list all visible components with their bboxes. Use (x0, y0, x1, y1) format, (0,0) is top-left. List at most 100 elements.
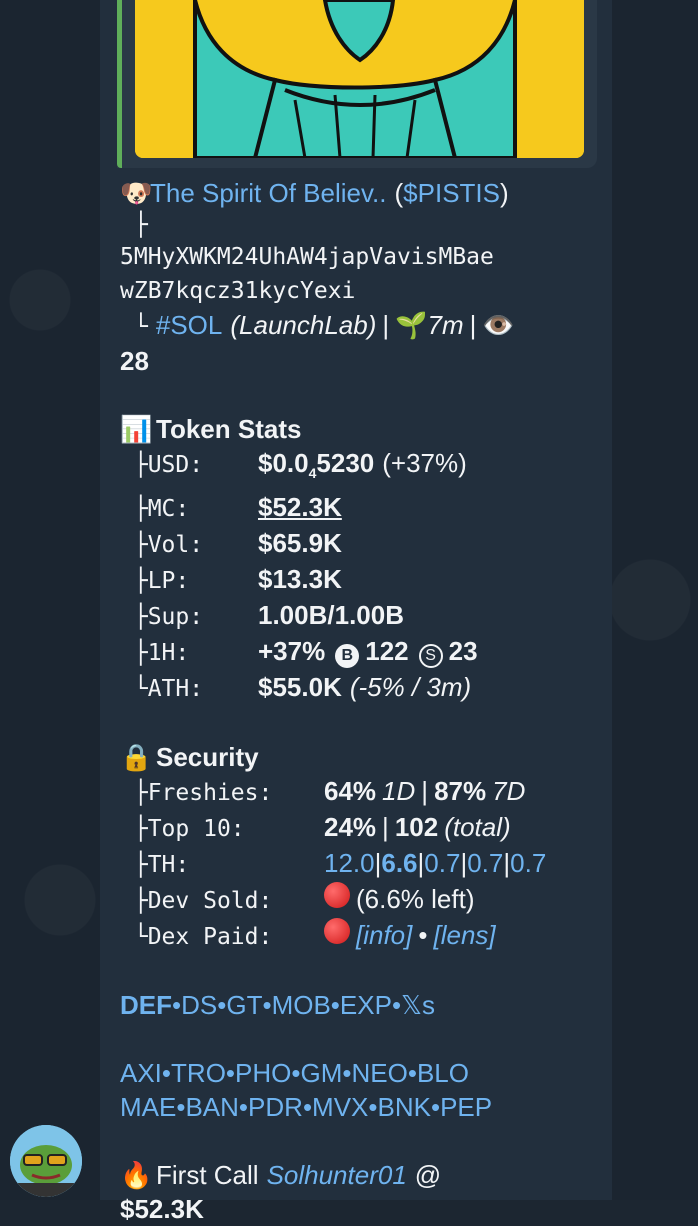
usd-change: (+37%) (382, 448, 467, 478)
links-row-2: AXI • TRO • PHO • GM • NEO • BLO (120, 1056, 469, 1090)
dex-lens-link[interactable]: [lens] (433, 918, 495, 952)
mc-value[interactable]: $52.3K (258, 490, 342, 524)
link-pho[interactable]: PHO (235, 1056, 291, 1090)
sec-row-dev-sold: ├Dev Sold: (6.6% left) (120, 882, 475, 915)
stats-list: ├USD: $0.045230 (+37%) ├MC: $52.3K ├Vol:… (120, 446, 590, 706)
fire-icon: 🔥 (120, 1160, 153, 1191)
link-ds[interactable]: DS (181, 988, 217, 1022)
sup-value: 1.00B/1.00B (258, 600, 404, 631)
ath-detail: (-5% / 3m) (349, 672, 472, 703)
security-list: ├Freshies: 64% 1D | 87% 7D ├Top 10: 24% … (120, 774, 590, 954)
token-title-line: 🐶 The Spirit Of Believ.. ($PISTIS) (120, 176, 590, 210)
sep: | (469, 310, 477, 340)
tree-mid: ├USD: (120, 452, 204, 478)
statue-illustration (135, 0, 584, 158)
sec-row-freshies: ├Freshies: 64% 1D | 87% 7D (120, 776, 526, 807)
stat-row-usd: ├USD: $0.045230 (+37%) (120, 446, 590, 490)
stat-row-ath: └ATH: $55.0K (-5% / 3m) (120, 672, 472, 703)
first-call-line: 🔥 First Call Solhunter01 @ (120, 1158, 590, 1192)
h1-buys: 122 (365, 636, 409, 667)
dex-info-link[interactable]: [info] (356, 918, 412, 952)
th-value-4[interactable]: 0.7 (467, 846, 503, 880)
first-call-label: First Call (156, 1160, 259, 1191)
token-name-link[interactable]: The Spirit Of Believ.. (150, 176, 387, 210)
top10-pct: 24% (324, 812, 377, 843)
chart-icon: 📊 (120, 414, 153, 444)
tree-end: └ (134, 314, 148, 340)
fresh-7d-unit: 7D (492, 776, 526, 807)
lp-value: $13.3K (258, 564, 342, 595)
sec-row-dex-paid: └Dex Paid: [info] • [lens] (120, 918, 496, 952)
security-header: 🔒 Security (120, 740, 590, 774)
th-value-5[interactable]: 0.7 (510, 846, 546, 880)
link-gt[interactable]: GT (226, 988, 262, 1022)
link-mae[interactable]: MAE (120, 1090, 176, 1124)
lock-icon: 🔒 (120, 742, 153, 773)
token-address[interactable]: 5MHyXWKM24UhAW4japVavisMBae wZB7kqcz31ky… (120, 240, 590, 308)
eye-icon: 👁️ (482, 310, 515, 340)
chain-hashtag[interactable]: #SOL (156, 308, 223, 342)
sec-row-top10: ├Top 10: 24% | 102 (total) (120, 812, 511, 843)
token-address-line2[interactable]: wZB7kqcz31kycYexi (120, 274, 590, 308)
h1-sells: 23 (448, 636, 478, 667)
dev-sold-value: (6.6% left) (356, 884, 475, 915)
th-value-2[interactable]: 6.6 (381, 846, 417, 880)
stat-row-lp: ├LP: $13.3K (120, 564, 342, 595)
red-circle-icon (324, 882, 350, 909)
link-exp[interactable]: EXP (340, 988, 392, 1022)
stat-row-1h: ├1H: +37% B 122 S 23 (120, 636, 478, 669)
link-xs[interactable]: 𝕏s (401, 988, 435, 1022)
pepe-avatar-icon (10, 1125, 82, 1197)
first-call-at: @ (414, 1160, 442, 1191)
stat-row-vol: ├Vol: $65.9K (120, 528, 342, 559)
top10-total: (total) (444, 812, 511, 843)
fresh-7d: 87% (434, 776, 487, 807)
bot-avatar[interactable] (10, 1125, 82, 1197)
token-address-line1[interactable]: 5MHyXWKM24UhAW4japVavisMBae (120, 240, 590, 274)
platform-label: (LaunchLab) (230, 310, 377, 340)
link-mvx[interactable]: MVX (312, 1090, 368, 1124)
tree-branch: ├ (134, 212, 148, 238)
link-preview-accent-bar (117, 0, 122, 168)
view-count: 28 (120, 346, 149, 376)
link-bnk[interactable]: BNK (378, 1090, 431, 1124)
link-pdr[interactable]: PDR (248, 1090, 303, 1124)
stat-row-mc: ├MC: $52.3K (120, 490, 342, 524)
ath-value: $55.0K (258, 672, 342, 703)
link-axi[interactable]: AXI (120, 1056, 162, 1090)
fresh-1d-unit: 1D (382, 776, 416, 807)
sec-row-th: ├TH: 12.0 | 6.6 | 0.7 | 0.7 | 0.7 (120, 846, 547, 880)
links-row-1: DEF • DS • GT • MOB • EXP • 𝕏s (120, 988, 435, 1022)
sells-icon: S (418, 644, 443, 669)
link-def[interactable]: DEF (120, 988, 172, 1022)
buys-icon: B (335, 644, 360, 669)
token-ticker-link[interactable]: $PISTIS (403, 176, 500, 210)
h1-change: +37% (258, 636, 326, 667)
first-call-user-link[interactable]: Solhunter01 (267, 1158, 407, 1192)
link-blo[interactable]: BLO (417, 1056, 469, 1090)
token-image[interactable] (135, 0, 584, 158)
first-call-value: $52.3K (120, 1194, 204, 1225)
top10-count: 102 (394, 812, 439, 843)
links-row-3: MAE • BAN • PDR • MVX • BNK • PEP (120, 1090, 493, 1124)
sep: | (382, 310, 390, 340)
security-title: Security (156, 742, 259, 773)
th-value-1[interactable]: 12.0 (324, 846, 375, 880)
th-value-3[interactable]: 0.7 (424, 846, 460, 880)
link-gm[interactable]: GM (300, 1056, 342, 1090)
stat-row-sup: ├Sup: 1.00B/1.00B (120, 600, 404, 631)
stats-header: 📊 Token Stats (120, 412, 590, 446)
usd-value: $0.045230 (258, 448, 375, 482)
link-pep[interactable]: PEP (440, 1090, 492, 1124)
open-paren: ( (394, 178, 404, 208)
link-mob[interactable]: MOB (272, 988, 331, 1022)
link-neo[interactable]: NEO (351, 1056, 407, 1090)
close-paren: ) (500, 178, 509, 208)
token-age: 7m (427, 310, 464, 340)
link-ban[interactable]: BAN (185, 1090, 238, 1124)
fresh-1d: 64% (324, 776, 377, 807)
bot-message: 🐶 The Spirit Of Believ.. ($PISTIS) ├ 5MH… (120, 176, 590, 1226)
vol-value: $65.9K (258, 528, 342, 559)
red-circle-icon (324, 918, 350, 945)
link-tro[interactable]: TRO (171, 1056, 226, 1090)
